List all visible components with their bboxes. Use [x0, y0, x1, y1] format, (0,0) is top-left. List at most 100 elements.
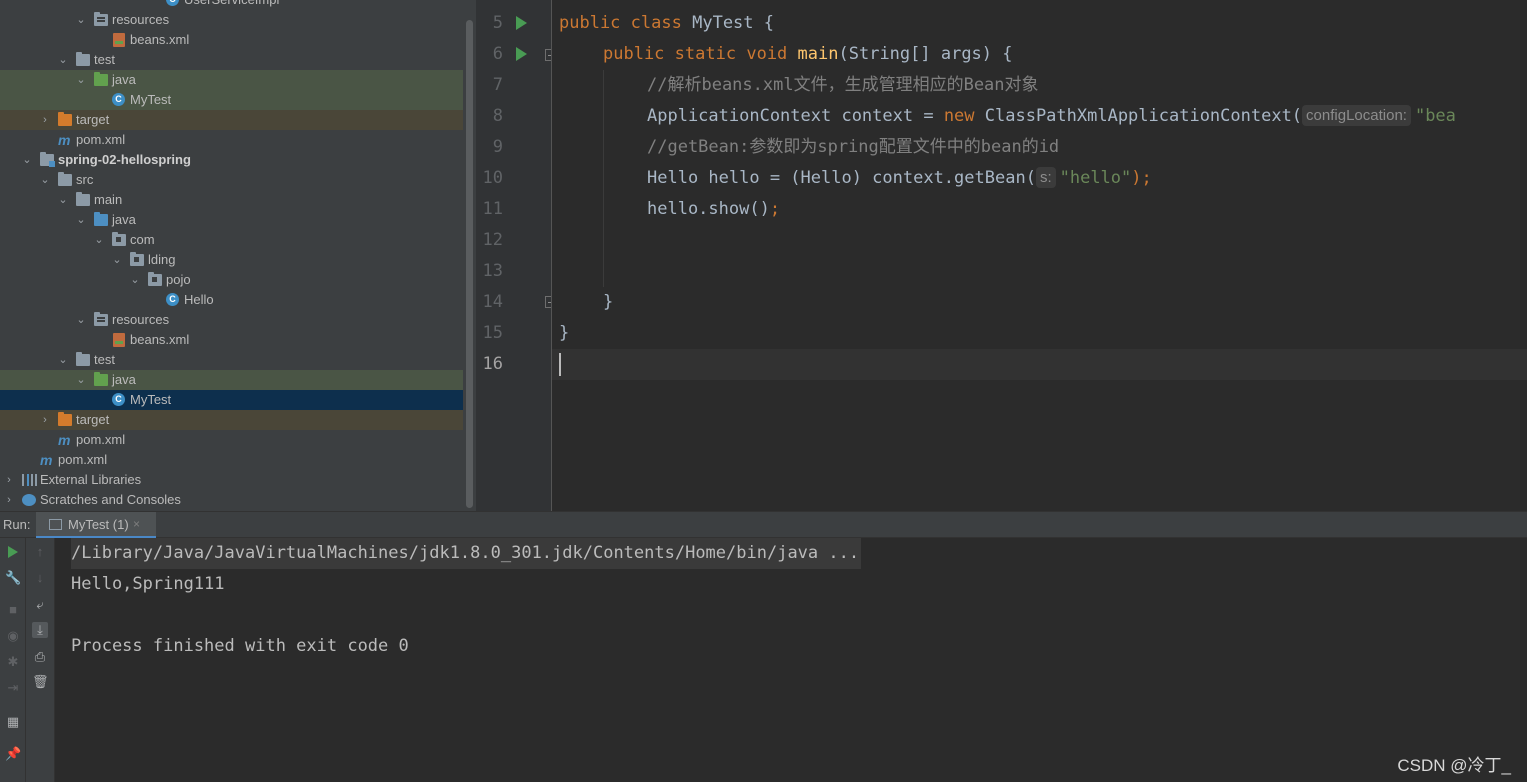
code-line-15: } — [559, 323, 570, 343]
tree-item-main[interactable]: ⌄ main — [0, 190, 463, 210]
chevron-right-icon[interactable]: › — [39, 110, 51, 130]
code-line-6: public static void main(String[] args) { — [603, 44, 1013, 64]
tree-item-mytest[interactable]: C MyTest — [0, 90, 463, 110]
tree-item-test[interactable]: ⌄ test — [0, 350, 463, 370]
tree-item-beans-xml[interactable]: beans.xml — [0, 330, 463, 350]
code-editor[interactable]: public class MyTest { public static void… — [552, 0, 1527, 511]
folder-icon — [58, 172, 72, 186]
line-number: 12 — [482, 230, 503, 250]
line-number: 13 — [482, 261, 503, 281]
source-folder-icon — [94, 212, 108, 226]
line-number: 6 — [492, 44, 503, 64]
tree-item-pojo[interactable]: ⌄ pojo — [0, 270, 463, 290]
tree-item-java-main[interactable]: ⌄ java — [0, 210, 463, 230]
chevron-right-icon[interactable]: › — [3, 490, 15, 510]
chevron-down-icon[interactable]: ⌄ — [93, 230, 105, 250]
console-output[interactable]: /Library/Java/JavaVirtualMachines/jdk1.8… — [55, 538, 1527, 782]
tree-scrollbar-thumb[interactable] — [466, 20, 473, 508]
maven-icon: m — [58, 132, 71, 148]
tree-item-pom-xml[interactable]: m pom.xml — [0, 430, 463, 450]
camera-icon[interactable]: ◉ — [5, 628, 21, 644]
run-method-icon[interactable] — [516, 47, 527, 61]
tree-item-root-pom-xml[interactable]: m pom.xml — [0, 450, 463, 470]
tree-item-resources[interactable]: ⌄ resources — [0, 10, 463, 30]
layout-icon[interactable]: ▦ — [5, 714, 21, 730]
pin-icon[interactable]: 📌 — [5, 746, 21, 762]
tree-item-mytest-selected[interactable]: C MyTest — [0, 390, 463, 410]
tree-item-external-libraries[interactable]: › External Libraries — [0, 470, 463, 490]
chevron-down-icon[interactable]: ⌄ — [75, 10, 87, 30]
chevron-down-icon[interactable]: ⌄ — [57, 50, 69, 70]
test-folder-icon — [94, 372, 108, 386]
line-number: 5 — [492, 13, 503, 33]
console-output-line: Hello,Spring111 — [71, 574, 225, 594]
tree-item-lding[interactable]: ⌄ lding — [0, 250, 463, 270]
wrench-icon[interactable]: 🔧 — [5, 570, 21, 586]
xml-file-icon — [113, 333, 125, 347]
tree-item-module[interactable]: ⌄ spring-02-hellospring — [0, 150, 463, 170]
package-icon — [148, 272, 162, 286]
run-class-icon[interactable] — [516, 16, 527, 30]
tree-item-scratches[interactable]: › Scratches and Consoles — [0, 490, 463, 510]
tree-item-userserviceimpl[interactable]: C UserServiceImpl — [0, 0, 463, 10]
run-toolbar-secondary: ↑ ↓ ⤶ ⤓ ⎙ 🗑 — [26, 538, 55, 782]
line-number: 11 — [482, 199, 503, 219]
chevron-down-icon[interactable]: ⌄ — [129, 270, 141, 290]
resources-folder-icon — [94, 312, 108, 326]
excluded-folder-icon — [58, 112, 72, 126]
class-icon: C — [112, 393, 125, 406]
code-line-8: ApplicationContext context = new ClassPa… — [647, 105, 1456, 126]
tree-item-resources[interactable]: ⌄ resources — [0, 310, 463, 330]
stop-icon[interactable]: ■ — [5, 602, 21, 618]
arrow-down-icon[interactable]: ↓ — [32, 570, 48, 586]
console-command-line[interactable]: /Library/Java/JavaVirtualMachines/jdk1.8… — [71, 538, 862, 569]
debug-icon[interactable]: ✱ — [5, 654, 21, 670]
watermark: CSDN @冷丁_ — [1397, 756, 1511, 775]
arrow-up-icon[interactable]: ↑ — [32, 544, 48, 560]
run-toolbar-primary: 🔧 ■ ◉ ✱ ⇥ ▦ 📌 — [0, 538, 26, 782]
chevron-down-icon[interactable]: ⌄ — [57, 350, 69, 370]
package-icon — [112, 232, 126, 246]
exit-icon[interactable]: ⇥ — [5, 680, 21, 696]
tree-item-target[interactable]: › target — [0, 410, 463, 430]
close-icon[interactable]: × — [133, 512, 140, 537]
chevron-down-icon[interactable]: ⌄ — [39, 170, 51, 190]
tree-item-beans-xml[interactable]: beans.xml — [0, 30, 463, 50]
tree-item-hello[interactable]: C Hello — [0, 290, 463, 310]
libraries-icon — [22, 474, 36, 486]
console-exit-line: Process finished with exit code 0 — [71, 636, 409, 656]
line-number: 15 — [482, 323, 503, 343]
module-icon — [40, 152, 55, 167]
soft-wrap-icon[interactable]: ⤶ — [32, 597, 48, 613]
folder-icon — [76, 52, 90, 66]
tree-item-target[interactable]: › target — [0, 110, 463, 130]
chevron-down-icon[interactable]: ⌄ — [75, 70, 87, 90]
chevron-down-icon[interactable]: ⌄ — [75, 310, 87, 330]
tree-scrollbar[interactable] — [463, 0, 476, 511]
test-folder-icon — [94, 72, 108, 86]
tree-item-com[interactable]: ⌄ com — [0, 230, 463, 250]
project-tree: C UserServiceImpl ⌄ resources beans.xml … — [0, 0, 463, 511]
rerun-icon[interactable] — [8, 546, 18, 558]
chevron-down-icon[interactable]: ⌄ — [21, 150, 33, 170]
tree-item-test[interactable]: ⌄ test — [0, 50, 463, 70]
scratches-icon — [22, 494, 36, 506]
chevron-right-icon[interactable]: › — [3, 470, 15, 490]
editor-gutter: 5 6 7 8 9 10 11 12 13 14 15 16 — [476, 0, 557, 511]
run-tab-mytest[interactable]: MyTest (1) × — [36, 512, 156, 538]
code-line-5: public class MyTest { — [559, 13, 775, 33]
tree-item-src[interactable]: ⌄ src — [0, 170, 463, 190]
tree-item-pom-xml[interactable]: m pom.xml — [0, 130, 463, 150]
tree-item-java-test[interactable]: ⌄ java — [0, 70, 463, 90]
tree-item-java-test[interactable]: ⌄ java — [0, 370, 463, 390]
chevron-down-icon[interactable]: ⌄ — [75, 370, 87, 390]
scroll-to-end-icon[interactable]: ⤓ — [32, 622, 48, 638]
print-icon[interactable]: ⎙ — [32, 649, 48, 665]
chevron-down-icon[interactable]: ⌄ — [57, 190, 69, 210]
chevron-down-icon[interactable]: ⌄ — [75, 210, 87, 230]
trash-icon[interactable]: 🗑 — [32, 674, 49, 690]
class-icon: C — [166, 293, 179, 306]
chevron-down-icon[interactable]: ⌄ — [111, 250, 123, 270]
chevron-right-icon[interactable]: › — [39, 410, 51, 430]
current-line-highlight — [552, 349, 1527, 380]
